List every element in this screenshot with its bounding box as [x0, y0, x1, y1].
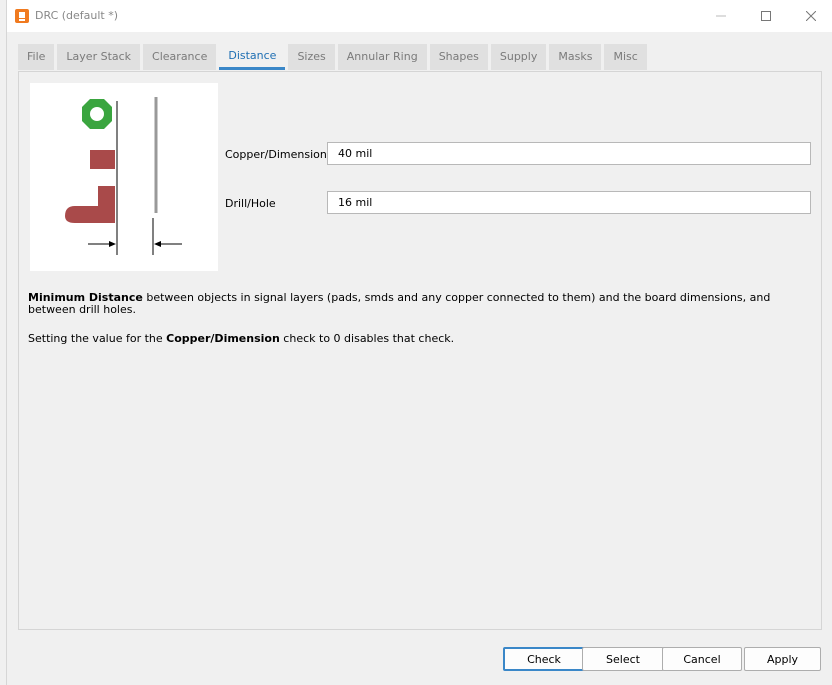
note-bold-term: Copper/Dimension [166, 332, 280, 345]
drill-hole [90, 107, 104, 121]
copper-wire [65, 186, 115, 223]
smd-pad [90, 150, 115, 169]
check-button[interactable]: Check [503, 647, 585, 671]
description-note: Setting the value for the Copper/Dimensi… [28, 332, 816, 345]
copper-dimension-input[interactable] [327, 142, 811, 165]
close-icon [806, 11, 816, 21]
dim-arrowhead-right [154, 241, 161, 247]
tab-layer-stack[interactable]: Layer Stack [57, 44, 141, 70]
maximize-icon [761, 11, 771, 21]
minimize-icon [716, 15, 726, 17]
tab-file[interactable]: File [18, 44, 55, 70]
title-bar: DRC (default *) [7, 0, 832, 32]
tab-sizes[interactable]: Sizes [288, 44, 335, 70]
description-paragraph: Minimum Distance between objects in sign… [28, 292, 816, 316]
note-prefix: Setting the value for the [28, 332, 167, 345]
tab-distance[interactable]: Distance [219, 44, 286, 70]
maximize-button[interactable] [744, 4, 788, 28]
apply-button[interactable]: Apply [744, 647, 821, 671]
eagle-app-icon [15, 9, 29, 23]
distance-diagram [65, 97, 182, 255]
distance-panel: Copper/Dimension Drill/Hole Minimum Dist… [18, 71, 822, 630]
tab-supply[interactable]: Supply [490, 44, 547, 70]
drill-hole-label: Drill/Hole [225, 197, 276, 210]
tab-shapes[interactable]: Shapes [429, 44, 488, 70]
tab-clearance[interactable]: Clearance [143, 44, 217, 70]
distance-illustration [30, 83, 218, 271]
minimize-button[interactable] [699, 4, 743, 28]
tab-misc[interactable]: Misc [604, 44, 647, 70]
tab-annular-ring[interactable]: Annular Ring [337, 44, 427, 70]
drill-hole-input[interactable] [327, 191, 811, 214]
note-suffix: check to 0 disables that check. [279, 332, 455, 345]
drc-window: DRC (default *) File Layer Stack Clearan… [6, 0, 832, 685]
select-button[interactable]: Select [582, 647, 664, 671]
tab-bar: File Layer Stack Clearance Distance Size… [18, 44, 650, 71]
close-button[interactable] [789, 4, 832, 28]
copper-dimension-label: Copper/Dimension [225, 148, 327, 161]
window-title: DRC (default *) [35, 9, 119, 22]
cancel-button[interactable]: Cancel [662, 647, 742, 671]
tab-masks[interactable]: Masks [549, 44, 602, 70]
dim-arrowhead-left [109, 241, 116, 247]
